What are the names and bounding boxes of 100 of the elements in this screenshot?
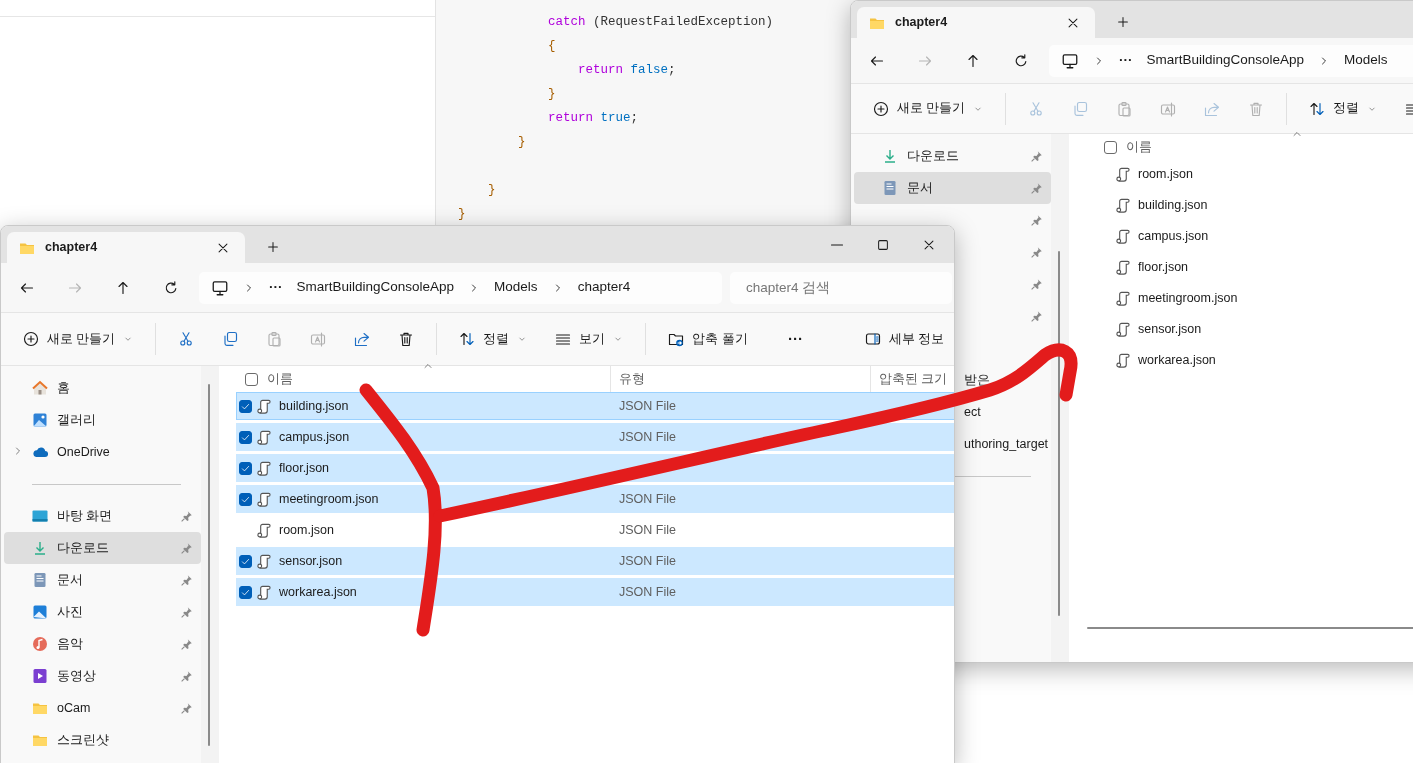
checkbox[interactable] xyxy=(239,492,252,506)
file-row[interactable]: building.json JSON File xyxy=(236,392,954,420)
up-arrow-icon xyxy=(115,279,131,296)
gallery-icon xyxy=(32,412,48,428)
script-file-icon xyxy=(1115,290,1130,306)
code-line: { xyxy=(547,39,556,53)
details-button[interactable]: 세부 정보 xyxy=(854,323,954,355)
pin-icon xyxy=(1030,149,1043,163)
sidebar-item[interactable]: OneDrive xyxy=(4,436,201,468)
column-header[interactable]: 유형 xyxy=(619,369,645,389)
scissors-icon xyxy=(178,331,195,347)
sidebar-item[interactable]: oCam xyxy=(4,692,201,724)
sort-button[interactable]: 정렬 xyxy=(449,323,538,355)
overflow-text[interactable]: ··· xyxy=(269,277,283,298)
file-row[interactable]: floor.json xyxy=(236,454,954,482)
new-button[interactable]: 새로 만들기 xyxy=(13,323,144,355)
sidebar-item[interactable]: 스크린샷 xyxy=(4,724,201,756)
checkbox[interactable] xyxy=(245,372,258,386)
pin-icon xyxy=(180,637,193,651)
script-file-icon xyxy=(256,491,271,507)
sidebar-item[interactable]: 다운로드 xyxy=(854,140,1051,172)
pin-icon xyxy=(180,541,193,555)
sidebar-item[interactable]: 음악 xyxy=(4,628,201,660)
view-button[interactable]: 보기 xyxy=(545,323,634,355)
maximize-icon xyxy=(876,237,890,252)
search-field[interactable]: chapter4 검색 xyxy=(730,271,952,304)
caret-icon xyxy=(123,334,134,344)
script-file-icon xyxy=(1115,321,1130,337)
music-note-icon xyxy=(32,636,48,652)
pin-icon xyxy=(180,669,193,683)
column-header[interactable]: 압축된 크기 xyxy=(879,369,948,389)
breadcrumb-item[interactable]: chapter4 xyxy=(577,277,631,298)
script-file-icon xyxy=(256,460,271,476)
sidebar-item[interactable]: 사진 xyxy=(4,596,201,628)
sort-arrows-icon xyxy=(1309,100,1326,117)
sidebar-item[interactable]: 문서 xyxy=(854,172,1051,204)
script-file-icon xyxy=(256,584,271,600)
panel-icon xyxy=(864,331,881,347)
file-row[interactable]: room.json JSON File xyxy=(236,516,954,544)
file-row[interactable]: sensor.json JSON File xyxy=(236,547,954,575)
file-row[interactable]: meetingroom.json JSON File xyxy=(236,485,954,513)
column-header[interactable]: 이름 xyxy=(1126,137,1152,157)
copy-icon xyxy=(1072,100,1089,117)
document-icon xyxy=(32,572,48,588)
scrollbar[interactable] xyxy=(208,384,210,746)
checkbox[interactable] xyxy=(239,461,252,475)
file-row[interactable]: floor.json xyxy=(1095,253,1413,281)
sidebar-item[interactable]: 받은 xyxy=(964,370,990,390)
address-bar[interactable]: ··· SmartBuildingConsoleApp Models xyxy=(1049,44,1413,77)
clipboard-icon xyxy=(266,331,283,347)
sidebar-item[interactable]: 갤러리 xyxy=(4,404,201,436)
file-row[interactable]: building.json xyxy=(1095,191,1413,219)
sidebar-item[interactable]: 문서 xyxy=(4,564,201,596)
file-name: campus.json xyxy=(279,428,350,446)
breadcrumb-item[interactable]: Models xyxy=(1344,50,1388,71)
overflow-text[interactable]: ··· xyxy=(1119,50,1133,71)
refresh-icon xyxy=(163,279,179,296)
file-name: floor.json xyxy=(279,459,330,477)
file-row[interactable]: room.json xyxy=(1095,160,1413,188)
scissors-icon xyxy=(1028,100,1045,117)
checkbox[interactable] xyxy=(239,585,252,599)
file-name: sensor.json xyxy=(1138,320,1202,338)
file-name: building.json xyxy=(279,397,349,415)
checkbox[interactable] xyxy=(239,554,252,568)
folder-tab[interactable]: chapter4 xyxy=(857,7,1095,38)
breadcrumb-item[interactable]: SmartBuildingConsoleApp xyxy=(296,277,455,298)
folder-tab[interactable]: chapter4 xyxy=(7,232,245,263)
column-header[interactable]: 이름 xyxy=(267,369,293,389)
extract-button[interactable]: 압축 풀기 xyxy=(658,323,758,355)
file-row[interactable]: workarea.json JSON File xyxy=(236,578,954,606)
refresh-icon xyxy=(1013,52,1029,69)
scrollbar[interactable] xyxy=(1058,251,1060,616)
file-row[interactable]: sensor.json xyxy=(1095,315,1413,343)
file-row[interactable]: campus.json xyxy=(1095,222,1413,250)
script-file-icon xyxy=(1115,197,1130,213)
scrollbar[interactable] xyxy=(1087,627,1413,629)
checkbox[interactable] xyxy=(239,399,252,413)
address-bar[interactable]: ··· SmartBuildingConsoleApp Models chapter4 xyxy=(199,271,722,304)
checkbox[interactable] xyxy=(239,430,252,444)
file-row[interactable]: meetingroom.json xyxy=(1095,284,1413,312)
new-button[interactable]: 새로 만들기 xyxy=(863,92,994,125)
sidebar-item[interactable]: ect xyxy=(964,402,981,422)
home-icon xyxy=(32,380,48,396)
code-line: } xyxy=(487,183,496,197)
sidebar-item[interactable]: 동영상 xyxy=(4,660,201,692)
computer-icon xyxy=(211,278,229,297)
sort-button[interactable]: 정렬 xyxy=(1299,92,1388,125)
sidebar-item[interactable]: 바탕 화면 xyxy=(4,500,201,532)
more-button[interactable]: ··· xyxy=(777,323,813,355)
file-type: JSON File xyxy=(619,490,676,508)
sidebar-item[interactable]: 홈 xyxy=(4,372,201,404)
sidebar-item[interactable]: 다운로드 xyxy=(4,532,201,564)
breadcrumb-item[interactable]: Models xyxy=(494,277,538,298)
sidebar-item[interactable]: uthoring_target xyxy=(964,434,1049,454)
script-file-icon xyxy=(256,553,271,569)
checkbox[interactable] xyxy=(1104,140,1117,154)
file-row[interactable]: workarea.json xyxy=(1095,346,1413,374)
breadcrumb-item[interactable]: SmartBuildingConsoleApp xyxy=(1146,50,1305,71)
lines-icon xyxy=(555,331,572,347)
file-name: sensor.json xyxy=(279,552,343,570)
